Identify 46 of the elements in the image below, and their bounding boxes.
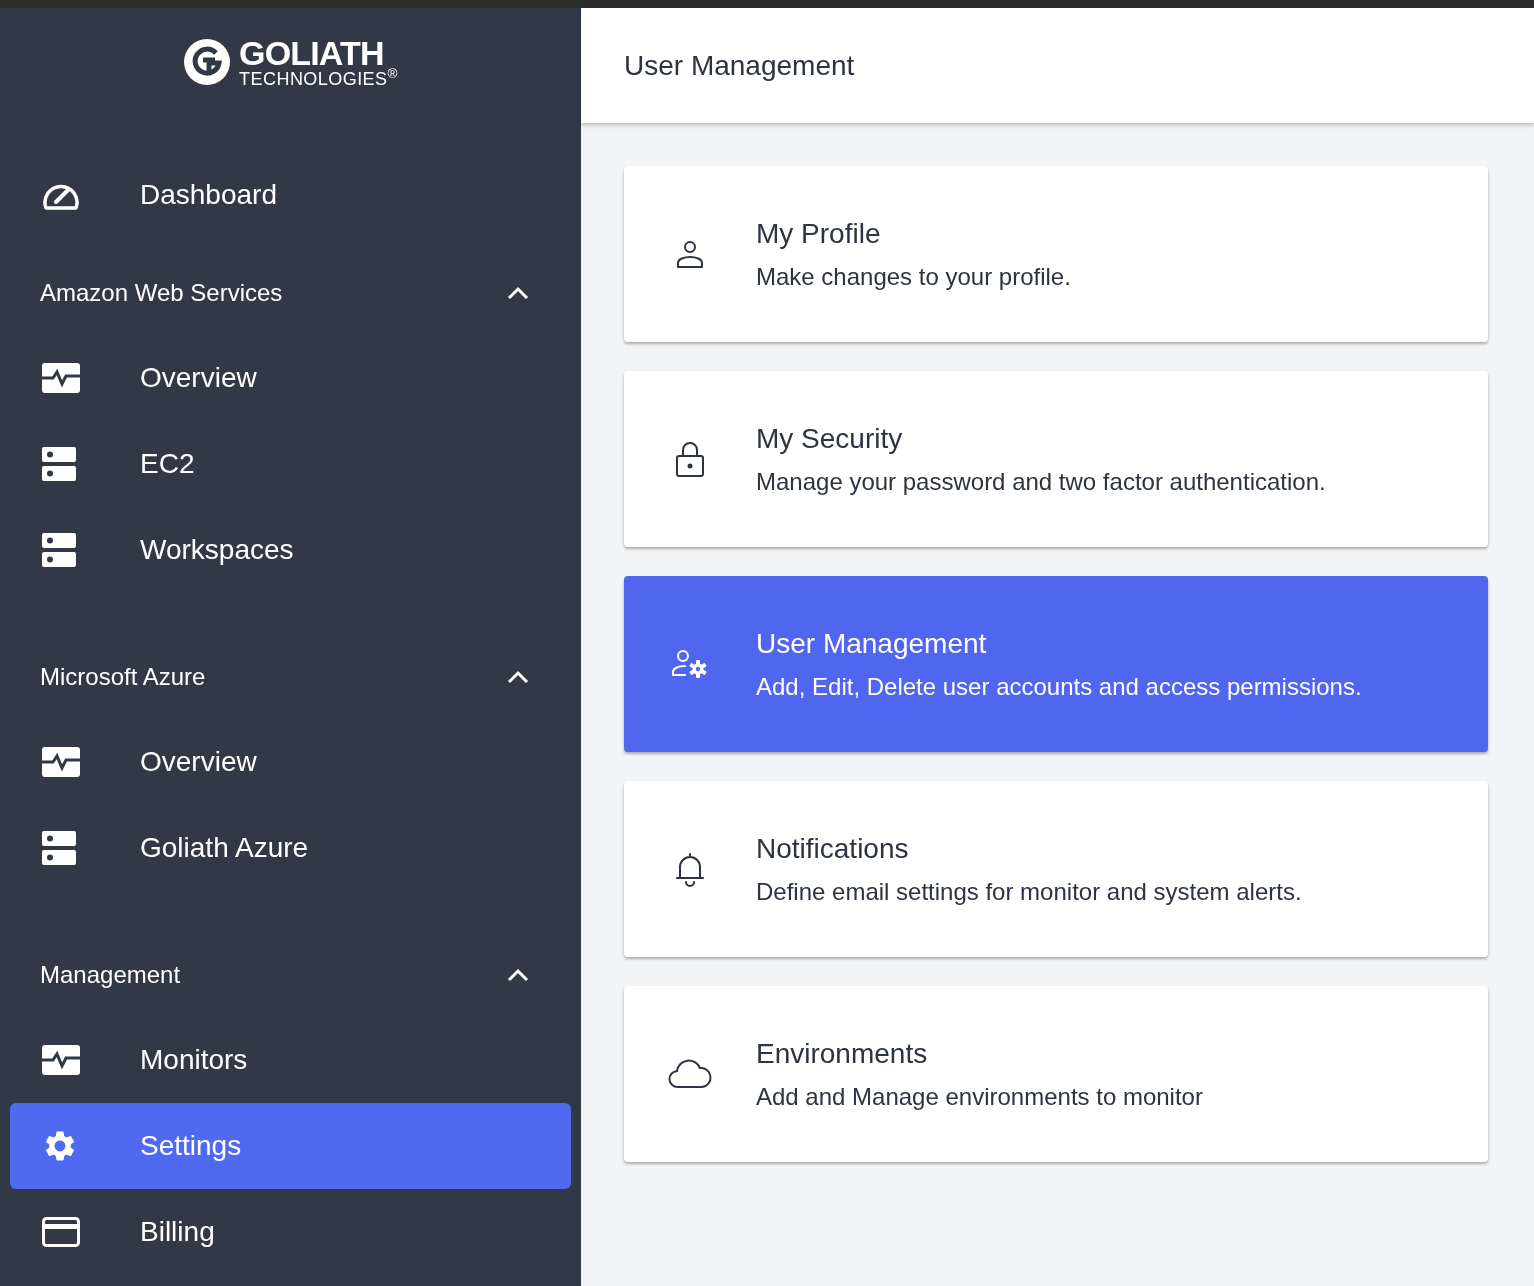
pulse-icon [42,1045,80,1075]
bell-icon [674,851,706,887]
card-title: Notifications [756,832,910,866]
chevron-up-icon [507,968,529,982]
server-icon [42,831,76,865]
section-header[interactable]: Amazon Web Services [0,251,581,335]
section-header[interactable]: Microsoft Azure [0,635,581,719]
card-description: Define email settings for monitor and system alerts. [756,877,1302,907]
nav-item[interactable]: Goliath Azure [10,805,571,891]
card-description: Make changes to your profile. [756,262,1071,292]
lock-icon [675,440,705,478]
nav-item[interactable]: EC2 [10,421,571,507]
nav-item[interactable]: Monitors [10,1017,571,1103]
person-icon [674,238,706,270]
card-description: Add and Manage environments to monitor [756,1082,1203,1112]
logo-wordmark: GOLIATH [239,35,384,70]
settings-card[interactable]: My Security Manage your password and two factor authentication. [624,371,1488,547]
card-title: My Security [756,422,904,456]
card-description: Add, Edit, Delete user accounts and access permissions. [756,672,1362,702]
card-title: Environments [756,1037,929,1071]
settings-card[interactable]: Notifications Define email settings for monitor and system alerts. [624,781,1488,957]
nav-item[interactable]: Billing [10,1189,571,1275]
settings-card[interactable]: Environments Add and Manage environments to monitor [624,986,1488,1162]
server-icon [42,447,76,481]
credit-card-icon [42,1217,80,1247]
settings-card[interactable]: My Profile Make changes to your profile. [624,166,1488,342]
section-header[interactable]: Management [0,933,581,1017]
cloud-icon [667,1058,713,1090]
user-settings-icon [671,648,709,680]
chevron-up-icon [507,286,529,300]
pulse-icon [42,363,80,393]
chevron-up-icon [507,670,529,684]
server-icon [42,533,76,567]
nav-item[interactable]: Overview [10,335,571,421]
nav-item[interactable]: Settings [10,1103,571,1189]
pulse-icon [42,747,80,777]
page-title: User Management [624,48,855,83]
nav-item[interactable]: Overview [10,719,571,805]
nav-item[interactable]: Workspaces [10,507,571,593]
settings-card[interactable]: User Management Add, Edit, Delete user accounts and access permissions. [624,576,1488,752]
logo-icon [183,37,232,86]
logo-subtitle: TECHNOLOGIES$^{®}$ [239,69,398,88]
nav-item[interactable]: Dashboard [10,152,571,238]
card-title: My Profile [756,217,882,251]
card-title: User Management [756,627,988,661]
card-description: Manage your password and two factor authentication. [756,467,1326,497]
